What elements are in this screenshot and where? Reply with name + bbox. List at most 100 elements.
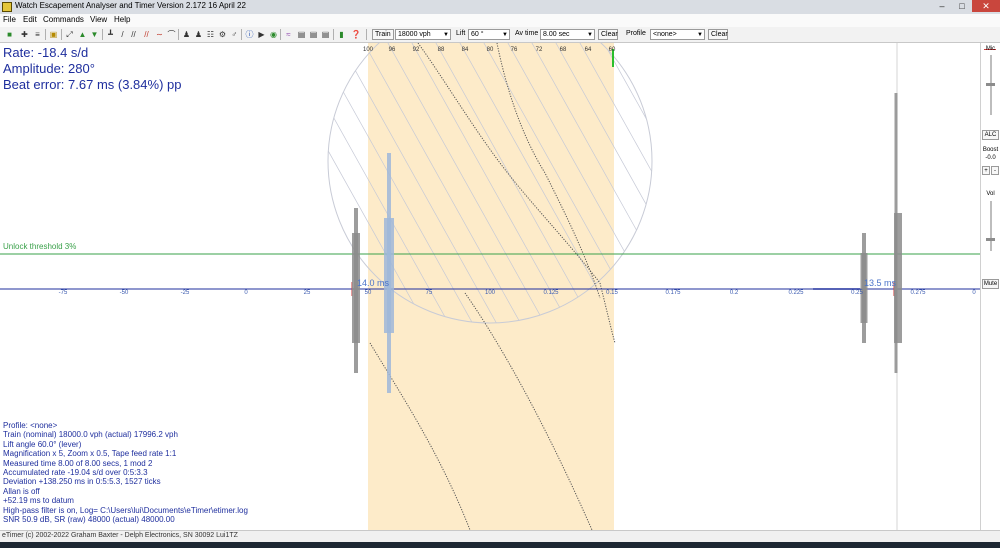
zoom-icon[interactable]: ⤢ — [65, 30, 74, 39]
alc-button[interactable]: ALC — [982, 130, 999, 140]
stat-line: +52.19 ms to datum — [3, 496, 74, 506]
curve-icon[interactable]: ⌒ — [167, 30, 176, 39]
slope-icon[interactable]: / — [118, 30, 127, 39]
rate-readout: Rate: -18.4 s/d — [3, 45, 89, 60]
os-taskbar — [0, 542, 1000, 548]
pulse-bar — [352, 233, 360, 343]
filter-icon[interactable]: ≈ — [284, 30, 293, 39]
close-button[interactable]: ✕ — [972, 0, 1000, 12]
stat-line: Measured time 8.00 of 8.00 secs, 1 mod 2 — [3, 458, 153, 468]
slope-double-icon[interactable]: // — [129, 30, 138, 39]
lift-select-value: 60 ° — [471, 31, 484, 38]
log-icon[interactable]: ▤ — [309, 30, 318, 39]
snapshot-icon[interactable]: ▲ — [78, 30, 87, 39]
tock-ms-label: 13.5 ms — [864, 278, 897, 288]
tick-ms-label: 14.0 ms — [357, 278, 390, 288]
status-text: eTimer (c) 2002-2022 Graham Baxter - Del… — [2, 532, 238, 539]
menu-commands[interactable]: Commands — [43, 15, 84, 24]
dropdown-arrow-icon: ▼ — [443, 32, 449, 38]
dropdown-arrow-icon: ▼ — [587, 32, 593, 38]
avtime-label: Av time — [515, 30, 539, 37]
boost-minus-button[interactable]: - — [991, 166, 999, 175]
menu-edit[interactable]: Edit — [23, 15, 37, 24]
align-icon[interactable]: ≡ — [33, 30, 42, 39]
train-button[interactable]: Train — [372, 29, 394, 40]
maximize-button[interactable]: □ — [952, 0, 972, 12]
mute-button[interactable]: Mute — [982, 279, 999, 289]
boost-value: -0.0 — [985, 155, 996, 161]
x-axis-tick-label: 0.175 — [665, 290, 681, 296]
lever-icon[interactable]: ☷ — [206, 30, 215, 39]
x-axis-tick-label: 0 — [244, 290, 248, 296]
minimize-button[interactable]: – — [932, 0, 952, 12]
stat-line: Train (nominal) 18000.0 vph (actual) 179… — [3, 430, 178, 440]
wave-icon[interactable]: ∼ — [155, 30, 164, 39]
graph-icon[interactable]: ▤ — [297, 30, 306, 39]
signal-icon[interactable]: ◉ — [269, 30, 278, 39]
stat-line: Accumulated rate -19.04 s/d over 0:5:3.3 — [3, 468, 148, 478]
menu-help[interactable]: Help — [114, 15, 130, 24]
top-scale-label: 76 — [510, 47, 518, 53]
x-axis-tick-label: 0.15 — [606, 290, 618, 296]
lift-select[interactable]: 60 ° ▼ — [468, 29, 510, 40]
boost-plus-button[interactable]: + — [982, 166, 990, 175]
x-axis-tick-label: 0.225 — [788, 290, 804, 296]
mic-slider-thumb[interactable] — [986, 83, 995, 86]
x-axis-tick-label: 0.275 — [910, 290, 926, 296]
title-bar: Watch Escapement Analyser and Timer Vers… — [0, 0, 1000, 14]
menu-view[interactable]: View — [90, 15, 107, 24]
clear-profile-button[interactable]: Clear — [708, 29, 728, 40]
menu-file[interactable]: File — [3, 15, 16, 24]
pin-icon[interactable]: ♂ — [230, 30, 239, 39]
reset-icon[interactable]: ▼ — [90, 30, 99, 39]
vol-slider-thumb[interactable] — [986, 238, 995, 241]
train-select[interactable]: 18000 vph ▼ — [395, 29, 451, 40]
calibrate-icon[interactable]: ▣ — [49, 30, 58, 39]
stat-line: Allan is off — [3, 486, 40, 496]
help-icon[interactable]: ❓ — [351, 30, 361, 39]
top-scale-label: 80 — [486, 47, 494, 53]
top-scale-label: 96 — [388, 47, 396, 53]
pallet-icon[interactable]: ♟ — [194, 30, 203, 39]
vol-slider-track[interactable] — [990, 201, 992, 251]
train-select-value: 18000 vph — [398, 31, 431, 38]
x-axis-tick-label: 0.125 — [543, 290, 559, 296]
x-axis-tick-label: 75 — [425, 290, 433, 296]
beat-error-readout: Beat error: 7.67 ms (3.84%) pp — [3, 77, 182, 92]
trace-plot[interactable]: Rate: -18.4 s/d Amplitude: 280° Beat err… — [0, 43, 980, 530]
chart-icon[interactable]: ▤ — [321, 30, 330, 39]
top-scale-label: 60 — [608, 47, 616, 53]
move-icon[interactable]: ✚ — [20, 30, 29, 39]
x-axis-tick-label: 0.25 — [851, 290, 863, 296]
status-bar: eTimer (c) 2002-2022 Graham Baxter - Del… — [0, 530, 1000, 542]
clear-avtime-button[interactable]: Clear — [598, 29, 618, 40]
x-axis-tick-label: 0 — [972, 290, 976, 296]
pulse-bar — [860, 253, 868, 323]
profile-select[interactable]: <none> ▼ — [650, 29, 705, 40]
balance-icon[interactable]: ♟ — [182, 30, 191, 39]
menu-bar: File Edit Commands View Help — [0, 14, 1000, 27]
top-scale-label: 64 — [584, 47, 592, 53]
slope-red-icon[interactable]: // — [142, 30, 151, 39]
battery-icon[interactable]: ▮ — [337, 30, 346, 39]
x-axis-tick-label: -25 — [180, 290, 190, 296]
lift-label: Lift — [456, 30, 466, 37]
vol-label: Vol — [986, 191, 995, 197]
statistics-panel: Profile: <none> Train (nominal) 18000.0 … — [3, 421, 248, 524]
profile-label: Profile — [626, 30, 646, 37]
dropdown-arrow-icon: ▼ — [697, 32, 703, 38]
info-icon[interactable]: ⓘ — [245, 30, 254, 39]
top-scale-label: 84 — [461, 47, 469, 53]
crosshair-icon[interactable]: ┻ — [106, 30, 115, 39]
top-scale-label: 100 — [362, 47, 373, 53]
x-axis-tick-label: 50 — [364, 290, 372, 296]
toolbar: ■ ✚ ≡ ▣ ⤢ ▲ ▼ ┻ / // // ∼ ⌒ ♟ ♟ ☷ ⚙ ♂ ⓘ … — [0, 27, 1000, 43]
x-axis-tick-label: -75 — [58, 290, 68, 296]
gear-icon[interactable]: ⚙ — [218, 30, 227, 39]
stat-line: Lift angle 60.0° (lever) — [3, 439, 82, 449]
avtime-select[interactable]: 8.00 sec ▼ — [540, 29, 595, 40]
top-scale-label: 72 — [535, 47, 543, 53]
record-icon[interactable]: ■ — [5, 30, 14, 39]
play-icon[interactable]: ▶ — [257, 30, 266, 39]
x-axis-tick-label: 100 — [484, 290, 495, 296]
